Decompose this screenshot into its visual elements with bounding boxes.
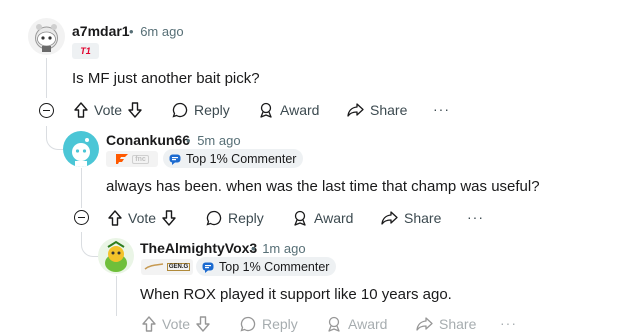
reply-button[interactable]: Reply	[172, 102, 230, 118]
user-flair: T1	[72, 43, 99, 59]
more-options-button[interactable]: ···	[500, 315, 517, 331]
top-commenter-badge: Top 1% Commenter	[163, 149, 304, 168]
time-ago: 5m ago	[197, 133, 241, 148]
downvote-icon	[196, 316, 210, 332]
separator: •	[186, 133, 191, 148]
user-flair: GEN.G	[141, 259, 193, 275]
share-icon	[416, 317, 433, 331]
thread-curve-2	[81, 232, 98, 257]
snoo-avatar-icon	[105, 240, 127, 272]
thread-curve-1	[46, 126, 63, 150]
timestamp[interactable]: • 6m ago	[129, 24, 184, 39]
badge-label: Top 1% Commenter	[219, 259, 330, 274]
vote-label: Vote	[162, 316, 191, 332]
award-button[interactable]: Award	[258, 102, 319, 118]
commenter-badge-icon	[202, 262, 214, 273]
award-icon	[294, 210, 306, 226]
timestamp[interactable]: • 1m ago	[251, 241, 306, 256]
fnatic-logo-icon	[116, 154, 129, 164]
avatar[interactable]	[98, 238, 134, 274]
reply-button[interactable]: Reply	[240, 316, 298, 332]
vote-label: Vote	[128, 210, 157, 226]
separator: •	[251, 241, 256, 256]
snoo-avatar-icon	[72, 138, 90, 167]
upvote-icon	[108, 210, 122, 226]
snoo-avatar-icon	[35, 24, 58, 52]
comment-bubble-icon	[206, 210, 222, 226]
collapse-thread-button[interactable]	[74, 210, 89, 225]
upvote-icon	[142, 316, 156, 332]
award-label: Award	[314, 210, 354, 226]
reply-button[interactable]: Reply	[206, 210, 264, 226]
award-button[interactable]: Award	[292, 210, 353, 226]
username[interactable]: a7mdar1	[72, 23, 130, 39]
badge-label: Top 1% Commenter	[186, 151, 297, 166]
avatar[interactable]	[63, 131, 99, 167]
flair-label: GEN.G	[166, 263, 191, 271]
time-ago: 1m ago	[262, 241, 306, 256]
reply-label: Reply	[228, 210, 264, 226]
reply-label: Reply	[262, 316, 298, 332]
award-label: Award	[280, 102, 320, 118]
downvote-icon	[162, 210, 176, 226]
award-icon	[260, 102, 272, 118]
award-icon	[328, 316, 340, 332]
thread-line-3	[116, 276, 117, 316]
comment-body: Is MF just another bait pick?	[72, 70, 260, 87]
share-label: Share	[404, 210, 442, 226]
vote-button[interactable]: Vote	[108, 210, 176, 226]
share-button[interactable]: Share	[416, 316, 476, 332]
more-options-button[interactable]: ···	[433, 101, 450, 117]
vote-label: Vote	[94, 102, 123, 118]
top-commenter-badge: Top 1% Commenter	[196, 257, 337, 276]
share-button[interactable]: Share	[347, 102, 407, 118]
timestamp[interactable]: • 5m ago	[186, 133, 241, 148]
flair-swoosh-icon	[144, 263, 163, 270]
share-icon	[381, 211, 398, 225]
avatar[interactable]	[28, 18, 65, 55]
reply-label: Reply	[194, 102, 230, 118]
flair-label: fnc	[132, 154, 149, 164]
comment-body: always has been. when was the last time …	[106, 178, 540, 195]
comment-body: When ROX played it support like 10 years…	[140, 286, 452, 303]
comment-bubble-icon	[240, 316, 256, 332]
commenter-badge-icon	[169, 154, 181, 165]
vote-button[interactable]: Vote	[142, 316, 210, 332]
thread-line-2	[81, 168, 82, 208]
collapse-thread-button[interactable]	[39, 103, 54, 118]
flair-label: T1	[80, 46, 91, 56]
award-button[interactable]: Award	[326, 316, 387, 332]
upvote-icon	[74, 102, 88, 118]
share-label: Share	[370, 102, 408, 118]
more-options-button[interactable]: ···	[467, 209, 484, 225]
user-flair: fnc	[106, 151, 158, 167]
username[interactable]: Conankun66	[106, 132, 190, 148]
time-ago: 6m ago	[140, 24, 184, 39]
share-button[interactable]: Share	[381, 210, 441, 226]
thread-line-1	[46, 58, 47, 98]
separator: •	[129, 24, 134, 39]
share-label: Share	[439, 316, 477, 332]
username[interactable]: TheAlmightyVox3	[140, 240, 257, 256]
award-label: Award	[348, 316, 388, 332]
comment-bubble-icon	[172, 102, 188, 118]
downvote-icon	[128, 102, 142, 118]
vote-button[interactable]: Vote	[74, 102, 142, 118]
share-icon	[347, 103, 364, 117]
